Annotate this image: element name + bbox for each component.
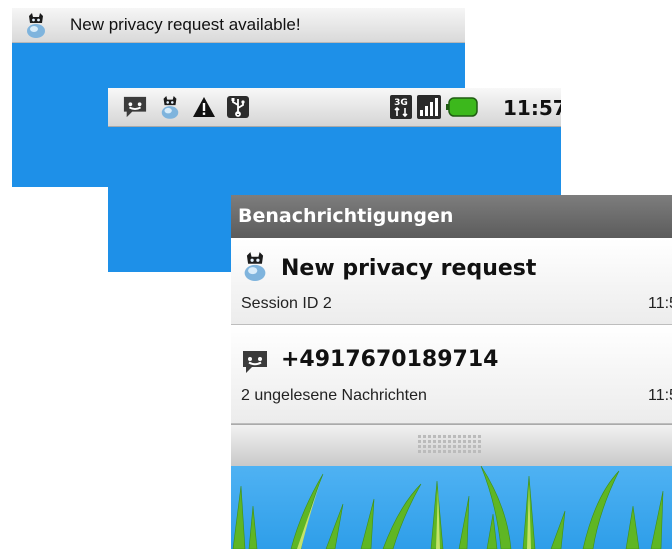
battery-icon bbox=[446, 97, 478, 117]
shade-title: Benachrichtigungen bbox=[238, 205, 454, 227]
notification-subtitle: Session ID 2 bbox=[241, 295, 332, 312]
notification-title: New privacy request bbox=[281, 256, 537, 281]
notification-shade-screenshot: Benachrichtigungen New privacy request S… bbox=[231, 195, 672, 549]
notification-time: 11:57 bbox=[648, 387, 672, 404]
notification-subtitle: 2 ungelesene Nachrichten bbox=[241, 387, 427, 404]
notification-title: +4917670189714 bbox=[281, 347, 499, 372]
status-bar[interactable]: 3G 11:57 bbox=[108, 88, 561, 127]
shade-drag-handle[interactable] bbox=[231, 424, 672, 467]
privacy-app-icon bbox=[24, 12, 48, 38]
shade-header: Benachrichtigungen bbox=[231, 195, 672, 238]
privacy-app-icon bbox=[159, 95, 181, 119]
privacy-app-icon bbox=[241, 251, 269, 281]
warning-icon bbox=[193, 97, 215, 117]
svg-text:3G: 3G bbox=[394, 98, 408, 108]
3g-icon: 3G bbox=[390, 95, 412, 119]
ticker-bar[interactable]: New privacy request available! bbox=[12, 8, 465, 43]
notification-time: 11:57 bbox=[648, 295, 672, 312]
sms-icon bbox=[241, 347, 269, 377]
notification-sms[interactable]: +4917670189714 2 ungelesene Nachrichten … bbox=[231, 325, 672, 424]
grip-icon bbox=[418, 435, 482, 453]
ticker-text: New privacy request available! bbox=[70, 15, 301, 34]
clock: 11:57 bbox=[503, 96, 561, 120]
grass-image bbox=[232, 465, 664, 549]
notification-privacy[interactable]: New privacy request Session ID 2 11:57 bbox=[231, 239, 672, 325]
sms-icon bbox=[121, 95, 149, 119]
usb-icon bbox=[227, 96, 249, 118]
signal-icon bbox=[417, 95, 441, 119]
grass-wallpaper bbox=[231, 465, 672, 549]
